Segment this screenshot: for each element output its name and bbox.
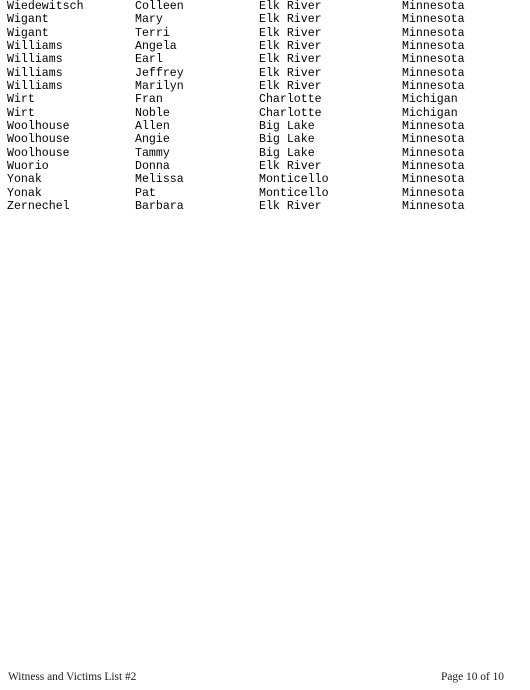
cell-city: Monticello [259,173,329,187]
cell-first-name: Mary [135,13,163,27]
table-row: Williams Angela Elk River Minnesota [0,40,530,53]
cell-last-name: Wigant [7,13,49,27]
cell-city: Elk River [259,160,322,174]
footer-page-number: Page 10 of 10 [441,671,504,683]
cell-city: Elk River [259,40,322,54]
cell-first-name: Barbara [135,200,184,214]
cell-first-name: Donna [135,160,170,174]
cell-state: Minnesota [402,200,465,214]
cell-last-name: Woolhouse [7,133,70,147]
cell-first-name: Angela [135,40,177,54]
cell-first-name: Terri [135,26,170,40]
cell-state: Minnesota [402,26,465,40]
table-row: Williams Earl Elk River Minnesota [0,53,530,66]
cell-state: Michigan [402,93,458,107]
cell-state: Minnesota [402,133,465,147]
table-row: Wirt Fran Charlotte Michigan [0,93,530,106]
cell-last-name: Williams [7,40,63,54]
cell-first-name: Fran [135,93,163,107]
cell-first-name: Angie [135,133,170,147]
cell-last-name: Wigant [7,26,49,40]
cell-first-name: Earl [135,53,163,67]
cell-city: Big Lake [259,120,315,134]
cell-state: Minnesota [402,13,465,27]
cell-city: Big Lake [259,146,315,160]
cell-city: Elk River [259,26,322,40]
cell-first-name: Colleen [135,0,184,13]
cell-state: Minnesota [402,80,465,94]
cell-city: Charlotte [259,106,322,120]
cell-last-name: Yonak [7,173,42,187]
cell-last-name: Williams [7,53,63,67]
cell-last-name: Yonak [7,186,42,200]
table-row: Williams Marilyn Elk River Minnesota [0,80,530,93]
cell-state: Minnesota [402,53,465,67]
cell-state: Minnesota [402,66,465,80]
cell-last-name: Zernechel [7,200,70,214]
cell-first-name: Pat [135,186,156,200]
cell-state: Minnesota [402,120,465,134]
cell-first-name: Tammy [135,146,170,160]
records-list: Wiedewitsch Colleen Elk River Minnesota Wiga… [0,0,530,214]
cell-first-name: Jeffrey [135,66,184,80]
cell-first-name: Allen [135,120,170,134]
cell-state: Minnesota [402,173,465,187]
table-row: Woolhouse Allen Big Lake Minnesota [0,120,530,133]
table-row: Zernechel Barbara Elk River Minnesota [0,200,530,213]
cell-city: Elk River [259,200,322,214]
cell-last-name: Wiedewitsch [7,0,84,13]
cell-last-name: Williams [7,66,63,80]
table-row: Williams Jeffrey Elk River Minnesota [0,67,530,80]
table-row: Yonak Pat Monticello Minnesota [0,187,530,200]
page-footer: Witness and Victims List #2 Page 10 of 1… [0,671,530,687]
cell-city: Monticello [259,186,329,200]
cell-city: Elk River [259,0,322,13]
cell-city: Charlotte [259,93,322,107]
cell-city: Elk River [259,80,322,94]
table-row: Wigant Terri Elk River Minnesota [0,27,530,40]
document-page: Wiedewitsch Colleen Elk River Minnesota Wiga… [0,0,530,690]
cell-city: Elk River [259,53,322,67]
cell-state: Minnesota [402,146,465,160]
cell-first-name: Noble [135,106,170,120]
cell-state: Minnesota [402,186,465,200]
cell-last-name: Wirt [7,93,35,107]
cell-state: Michigan [402,106,458,120]
cell-city: Elk River [259,66,322,80]
table-row: Wuorio Donna Elk River Minnesota [0,160,530,173]
table-row: Woolhouse Angie Big Lake Minnesota [0,133,530,146]
table-row: Wigant Mary Elk River Minnesota [0,13,530,26]
table-row: Wirt Noble Charlotte Michigan [0,107,530,120]
cell-last-name: Williams [7,80,63,94]
table-row: Woolhouse Tammy Big Lake Minnesota [0,147,530,160]
cell-last-name: Wuorio [7,160,49,174]
cell-first-name: Marilyn [135,80,184,94]
cell-city: Elk River [259,13,322,27]
cell-state: Minnesota [402,0,465,13]
footer-document-title: Witness and Victims List #2 [8,671,137,683]
cell-last-name: Woolhouse [7,120,70,134]
table-row: Yonak Melissa Monticello Minnesota [0,173,530,186]
cell-first-name: Melissa [135,173,184,187]
table-row: Wiedewitsch Colleen Elk River Minnesota [0,0,530,13]
cell-city: Big Lake [259,133,315,147]
cell-last-name: Woolhouse [7,146,70,160]
cell-state: Minnesota [402,40,465,54]
cell-last-name: Wirt [7,106,35,120]
cell-state: Minnesota [402,160,465,174]
